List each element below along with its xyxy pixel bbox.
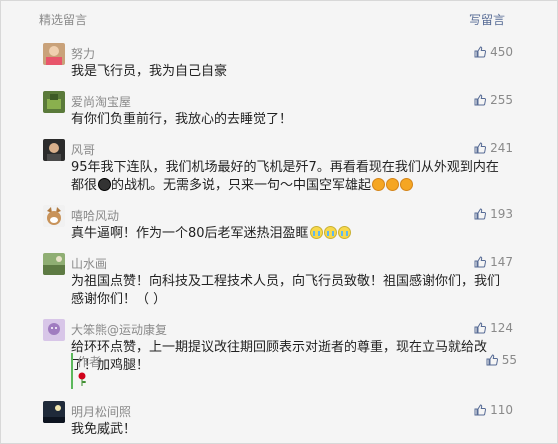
- comments-panel: 精选留言 写留言 努力 450 我是飞行员，我为自己自豪 爱尚淘宝屋 255 有…: [0, 0, 558, 444]
- like-button[interactable]: 124: [474, 321, 513, 335]
- avatar[interactable]: [43, 319, 65, 341]
- thumbs-up-icon: [474, 322, 487, 334]
- fist-emoji-icon: [386, 178, 400, 191]
- commenter-name: 大笨熊@运动康复: [71, 323, 168, 337]
- crying-emoji-icon: [309, 226, 323, 239]
- thumbs-up-icon: [474, 46, 487, 58]
- like-count: 55: [501, 353, 517, 367]
- like-button[interactable]: 193: [474, 207, 513, 221]
- thumbs-up-icon: [474, 404, 487, 416]
- comment-text: 95年我下连队，我们机场最好的飞机是歼7。再看看现在我们从外观到内在都很 的战机。…: [71, 159, 506, 195]
- comment-text: 有你们负重前行，我放心的去睡觉了！: [71, 112, 293, 127]
- commenter-name: 嘻哈风动: [71, 209, 120, 223]
- commenter-name: 明月松间照: [71, 405, 132, 419]
- crying-emoji-icon: [337, 226, 351, 239]
- crying-emoji-icon: [323, 226, 337, 239]
- rose-icon: [77, 372, 517, 389]
- like-count: 255: [490, 93, 513, 107]
- like-button[interactable]: 110: [474, 403, 513, 417]
- like-count: 147: [490, 255, 513, 269]
- comment-text: 真牛逼啊！作为一个80后老军迷热泪盈眶: [71, 225, 506, 243]
- fist-emoji-icon: [372, 178, 386, 191]
- avatar[interactable]: [43, 139, 65, 161]
- thumbs-up-icon: [474, 142, 487, 154]
- like-button[interactable]: 450: [474, 45, 513, 59]
- thumbs-up-icon: [474, 208, 487, 220]
- author-label: 作者: [77, 355, 102, 369]
- commenter-name: 努力: [71, 47, 96, 61]
- section-title: 精选留言: [39, 13, 88, 27]
- like-count: 124: [490, 321, 513, 335]
- comment-text-body: 真牛逼啊！作为一个80后老军迷热泪盈眶: [71, 226, 309, 241]
- like-count: 450: [490, 45, 513, 59]
- avatar[interactable]: [43, 253, 65, 275]
- thumbs-up-icon: [474, 94, 487, 106]
- reply-like-button[interactable]: 55: [486, 353, 517, 367]
- avatar[interactable]: [43, 43, 65, 65]
- like-button[interactable]: 241: [474, 141, 513, 155]
- commenter-name: 风哥: [71, 143, 96, 157]
- like-button[interactable]: 255: [474, 93, 513, 107]
- comment-text: 为祖国点赞！向科技及工程技术人员，向飞行员致敬！祖国感谢你们，我们感谢你们！（ …: [71, 274, 501, 307]
- thumbs-up-icon: [486, 354, 498, 366]
- avatar[interactable]: [43, 401, 65, 423]
- thumbs-up-icon: [474, 256, 487, 268]
- cool-emoji-icon: [98, 178, 112, 191]
- comment-text: 我是飞行员，我为自己自豪: [71, 64, 228, 79]
- like-count: 193: [490, 207, 513, 221]
- like-count: 241: [490, 141, 513, 155]
- avatar[interactable]: [43, 91, 65, 113]
- avatar[interactable]: [43, 205, 65, 227]
- comment-text-part-b: 的战机。无需多说，只来一句～中国空军雄起: [111, 178, 372, 193]
- commenter-name: 爱尚淘宝屋: [71, 95, 132, 109]
- fist-emoji-icon: [400, 178, 414, 191]
- comment-text: 我免威武！: [71, 422, 137, 437]
- author-reply: 作者 55: [71, 353, 517, 389]
- like-button[interactable]: 147: [474, 255, 513, 269]
- like-count: 110: [490, 403, 513, 417]
- commenter-name: 山水画: [71, 257, 108, 271]
- write-comment-link[interactable]: 写留言: [469, 11, 505, 28]
